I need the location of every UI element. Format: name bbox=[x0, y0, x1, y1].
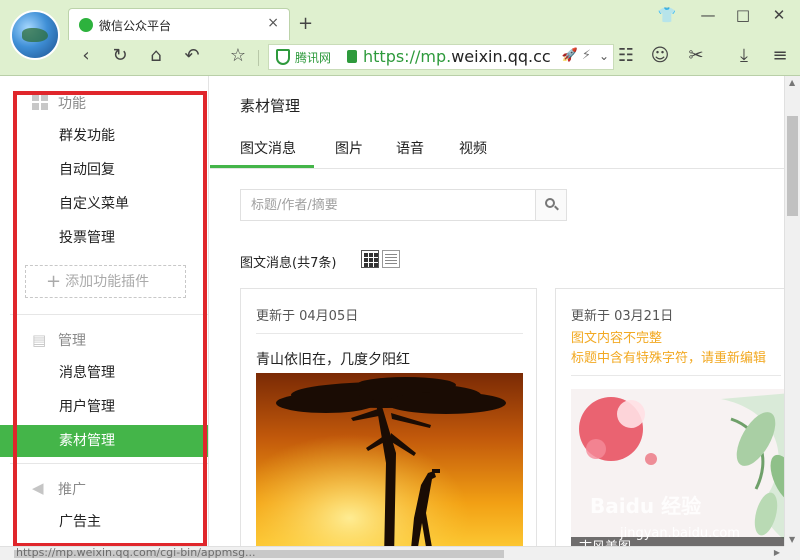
search-box bbox=[240, 189, 567, 221]
chevron-down-icon[interactable]: ⌄ bbox=[599, 49, 609, 63]
warning-text: 标题中含有特殊字符，请重新编辑 bbox=[571, 351, 767, 366]
maximize-icon[interactable]: □ bbox=[732, 6, 754, 24]
address-bar[interactable]: 腾讯网 https://mp.weixin.qq.cc 🚀 ⚡ ⌄ bbox=[268, 44, 614, 70]
scissors-icon[interactable]: ✂ bbox=[684, 45, 708, 66]
wechat-icon bbox=[79, 18, 93, 32]
tab-news[interactable]: 图文消息 bbox=[240, 138, 296, 158]
navigation-bar: ‹ ↻ ⌂ ↶ ☆ 腾讯网 https://mp.weixin.qq.cc 🚀 … bbox=[68, 40, 800, 76]
lock-icon bbox=[347, 50, 357, 63]
watermark: Baidu 经验 bbox=[590, 494, 702, 518]
red-highlight-box bbox=[13, 91, 207, 547]
frog-icon[interactable]: ☺ bbox=[648, 45, 672, 66]
shield-icon bbox=[276, 49, 290, 65]
list-view-icon[interactable] bbox=[382, 250, 400, 268]
browser-chrome: 微信公众平台 × + 👕 — □ ✕ ‹ ↻ ⌂ ↶ ☆ 腾讯网 https:/… bbox=[0, 0, 800, 76]
search-input[interactable] bbox=[241, 190, 537, 220]
star-icon[interactable]: ☆ bbox=[226, 45, 250, 66]
close-icon[interactable]: ✕ bbox=[768, 6, 790, 24]
page-title: 素材管理 bbox=[240, 97, 301, 115]
scroll-thumb[interactable] bbox=[787, 116, 798, 216]
tab-images[interactable]: 图片 bbox=[335, 138, 363, 158]
card-date: 更新于 03月21日 bbox=[571, 309, 674, 324]
grid-apps-icon[interactable]: ☷ bbox=[614, 45, 638, 66]
tab-close-icon[interactable]: × bbox=[267, 15, 279, 31]
watermark-url: jingyan.baidu.com bbox=[620, 526, 740, 541]
url-provider: 腾讯网 bbox=[295, 51, 332, 65]
menu-icon[interactable]: ≡ bbox=[768, 45, 792, 66]
card-title: 青山依旧在，几度夕阳红 bbox=[256, 352, 410, 368]
tab-title: 微信公众平台 bbox=[99, 19, 172, 33]
refresh-icon[interactable]: ↻ bbox=[108, 45, 132, 66]
grid-view-icon[interactable] bbox=[361, 250, 379, 268]
vertical-scrollbar[interactable]: ▲ ▼ bbox=[784, 76, 800, 546]
back-icon[interactable]: ‹ bbox=[74, 45, 98, 66]
search-button[interactable] bbox=[535, 190, 566, 220]
material-count: 图文消息(共7条) bbox=[240, 256, 337, 271]
material-tabs: 图文消息 图片 语音 视频 bbox=[210, 124, 784, 169]
scroll-down-icon[interactable]: ▼ bbox=[789, 535, 795, 544]
home-icon[interactable]: ⌂ bbox=[144, 45, 168, 66]
download-icon[interactable]: ⤓ bbox=[732, 45, 756, 66]
tab-voice[interactable]: 语音 bbox=[396, 138, 424, 158]
tab-video[interactable]: 视频 bbox=[459, 138, 487, 158]
active-tab-indicator bbox=[210, 165, 314, 168]
card-date: 更新于 04月05日 bbox=[256, 309, 359, 324]
minimize-icon[interactable]: — bbox=[697, 6, 719, 24]
scroll-up-icon[interactable]: ▲ bbox=[789, 78, 795, 87]
new-tab-button[interactable]: + bbox=[298, 13, 313, 34]
undo-icon[interactable]: ↶ bbox=[180, 45, 204, 66]
url-text[interactable]: https://mp.weixin.qq.cc bbox=[363, 47, 551, 66]
browser-tab[interactable]: 微信公众平台 × bbox=[68, 8, 290, 40]
scroll-right-icon[interactable]: ▶ bbox=[774, 548, 780, 557]
browser-logo-icon[interactable] bbox=[10, 10, 60, 60]
status-url: https://mp.weixin.qq.com/cgi-bin/appmsg.… bbox=[16, 546, 256, 559]
shirt-icon[interactable]: 👕 bbox=[656, 6, 678, 24]
rocket-icon[interactable]: 🚀 ⚡ bbox=[562, 48, 591, 63]
material-card[interactable]: 更新于 04月05日 青山依旧在，几度夕阳红 bbox=[240, 288, 537, 558]
sunset-tree-image bbox=[256, 373, 523, 557]
warning-text: 图文内容不完整 bbox=[571, 331, 663, 346]
main-content: 素材管理 图文消息 图片 语音 视频 图文消息(共7条) 更新于 04月05日 … bbox=[210, 76, 795, 558]
